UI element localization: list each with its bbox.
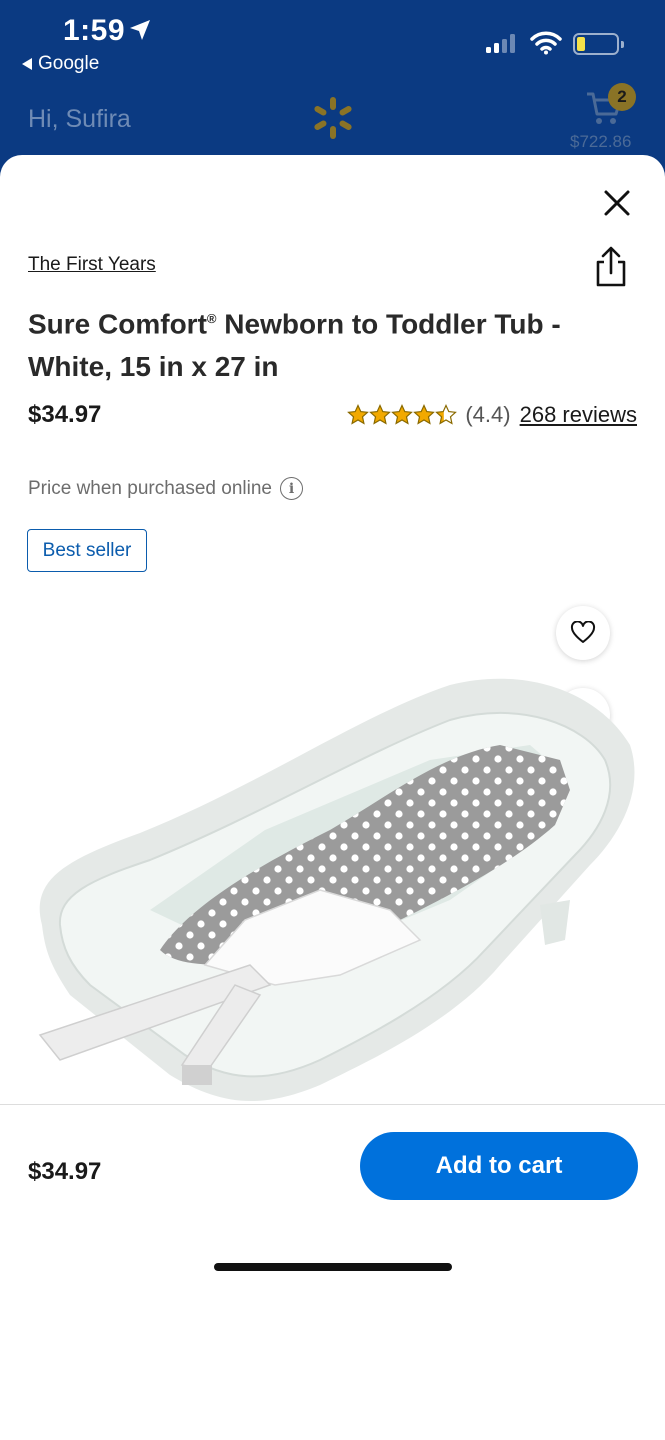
star-icon xyxy=(413,404,436,425)
wifi-icon xyxy=(530,31,562,55)
best-seller-badge: Best seller xyxy=(27,529,147,572)
home-indicator xyxy=(214,1263,452,1271)
location-arrow-icon xyxy=(130,20,150,40)
back-to-app-link[interactable]: Google xyxy=(22,53,99,75)
star-icon xyxy=(347,404,370,425)
cart-total: $722.86 xyxy=(570,132,632,151)
status-time: 1:59 xyxy=(63,14,126,47)
back-triangle-icon xyxy=(22,58,32,70)
close-button[interactable] xyxy=(600,186,634,220)
product-image[interactable] xyxy=(30,665,635,1115)
product-price: $34.97 xyxy=(28,401,102,428)
greeting-text: Hi, Sufira xyxy=(28,105,131,133)
price-note-text: Price when purchased online xyxy=(28,477,272,499)
reviews-link[interactable]: 268 reviews xyxy=(520,402,637,428)
add-to-cart-button[interactable]: Add to cart xyxy=(360,1132,638,1200)
rating-value: (4.4) xyxy=(465,402,511,427)
heart-icon xyxy=(570,621,596,643)
share-icon xyxy=(596,246,626,287)
signal-icon xyxy=(486,34,515,53)
rating-summary[interactable]: (4.4) 268 reviews xyxy=(347,402,637,428)
info-icon[interactable]: i xyxy=(280,477,303,500)
battery-icon xyxy=(573,33,624,55)
star-icon xyxy=(369,404,392,425)
price-note: Price when purchased online i xyxy=(28,477,303,500)
favorite-button[interactable] xyxy=(556,606,610,660)
cart-count-badge: 2 xyxy=(608,83,636,111)
share-button[interactable] xyxy=(592,245,630,294)
rating-stars xyxy=(347,404,458,426)
status-bar: 1:59 Google xyxy=(0,0,665,80)
walmart-spark-icon[interactable] xyxy=(310,95,356,141)
star-icon xyxy=(435,404,458,425)
app-header: Hi, Sufira 2 $722.86 xyxy=(0,80,665,160)
back-app-label: Google xyxy=(38,53,100,74)
bottom-price: $34.97 xyxy=(28,1158,102,1185)
product-title: Sure Comfort® Newborn to Toddler Tub - W… xyxy=(28,308,561,383)
bottom-action-bar: $34.97 Add to cart xyxy=(0,1104,665,1285)
close-icon xyxy=(604,190,630,216)
star-icon xyxy=(391,404,414,425)
brand-link[interactable]: The First Years xyxy=(28,254,156,276)
